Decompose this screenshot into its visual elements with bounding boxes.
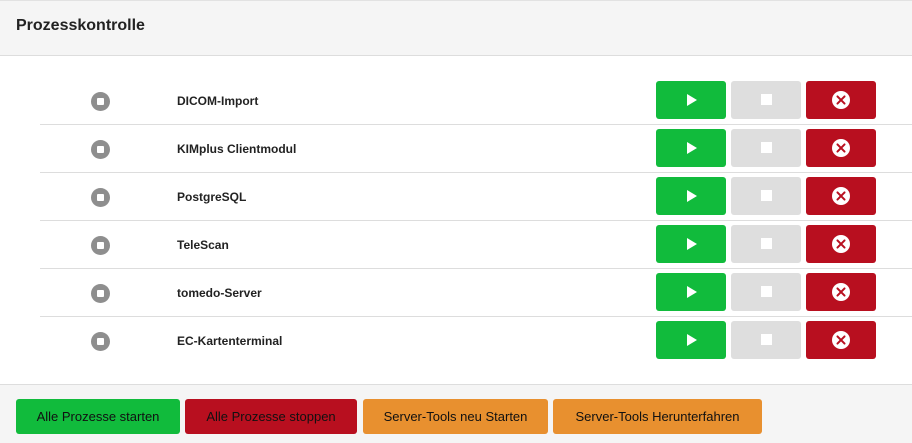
- kill-process-button[interactable]: [806, 177, 876, 215]
- stop-process-button[interactable]: [731, 321, 801, 359]
- stop-square-icon: [761, 190, 772, 201]
- play-icon: [687, 334, 697, 346]
- process-name: EC-Kartenterminal: [177, 334, 283, 348]
- start-process-button[interactable]: [656, 177, 726, 215]
- close-circle-icon: [832, 91, 850, 109]
- stop-process-button[interactable]: [731, 177, 801, 215]
- stopped-status-icon: [91, 284, 110, 303]
- start-all-button[interactable]: Alle Prozesse starten: [16, 399, 180, 434]
- kill-process-button[interactable]: [806, 129, 876, 167]
- process-row: PostgreSQL: [40, 173, 912, 221]
- close-circle-icon: [832, 331, 850, 349]
- process-name: DICOM-Import: [177, 94, 259, 108]
- panel-header: Prozesskontrolle: [0, 0, 912, 56]
- play-icon: [687, 142, 697, 154]
- start-process-button[interactable]: [656, 129, 726, 167]
- process-name: KIMplus Clientmodul: [177, 142, 297, 156]
- stop-process-button[interactable]: [731, 225, 801, 263]
- stop-process-button[interactable]: [731, 81, 801, 119]
- stopped-status-icon: [91, 332, 110, 351]
- restart-server-tools-button[interactable]: Server-Tools neu Starten: [363, 399, 548, 434]
- shutdown-server-tools-button[interactable]: Server-Tools Herunterfahren: [553, 399, 762, 434]
- play-icon: [687, 286, 697, 298]
- start-process-button[interactable]: [656, 273, 726, 311]
- process-list: DICOM-Import KIMplus Clientmodul Postgre…: [40, 77, 912, 365]
- process-row: tomedo-Server: [40, 269, 912, 317]
- close-circle-icon: [832, 235, 850, 253]
- stop-square-icon: [761, 286, 772, 297]
- play-icon: [687, 190, 697, 202]
- process-row: TeleScan: [40, 221, 912, 269]
- stopped-status-icon: [91, 236, 110, 255]
- process-name: TeleScan: [177, 238, 229, 252]
- stop-square-icon: [761, 142, 772, 153]
- start-process-button[interactable]: [656, 81, 726, 119]
- stop-square-icon: [761, 334, 772, 345]
- close-circle-icon: [832, 283, 850, 301]
- close-circle-icon: [832, 187, 850, 205]
- process-name: tomedo-Server: [177, 286, 262, 300]
- start-process-button[interactable]: [656, 321, 726, 359]
- stop-process-button[interactable]: [731, 129, 801, 167]
- stop-square-icon: [761, 238, 772, 249]
- stopped-status-icon: [91, 92, 110, 111]
- page-title: Prozesskontrolle: [16, 17, 145, 34]
- kill-process-button[interactable]: [806, 81, 876, 119]
- kill-process-button[interactable]: [806, 225, 876, 263]
- play-icon: [687, 238, 697, 250]
- kill-process-button[interactable]: [806, 273, 876, 311]
- stop-square-icon: [761, 94, 772, 105]
- start-process-button[interactable]: [656, 225, 726, 263]
- stopped-status-icon: [91, 140, 110, 159]
- process-row: EC-Kartenterminal: [40, 317, 912, 365]
- play-icon: [687, 94, 697, 106]
- stop-all-button[interactable]: Alle Prozesse stoppen: [185, 399, 357, 434]
- process-row: DICOM-Import: [40, 77, 912, 125]
- process-name: PostgreSQL: [177, 190, 247, 204]
- footer-toolbar: Alle Prozesse starten Alle Prozesse stop…: [0, 384, 912, 443]
- stopped-status-icon: [91, 188, 110, 207]
- kill-process-button[interactable]: [806, 321, 876, 359]
- process-row: KIMplus Clientmodul: [40, 125, 912, 173]
- close-circle-icon: [832, 139, 850, 157]
- stop-process-button[interactable]: [731, 273, 801, 311]
